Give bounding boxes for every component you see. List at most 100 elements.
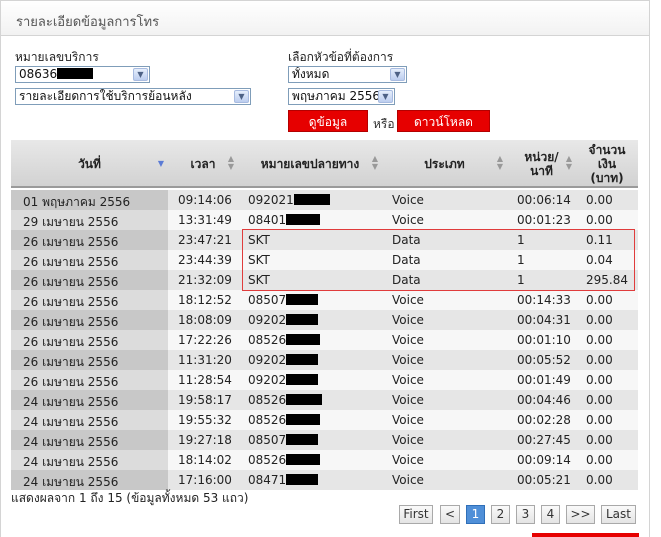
header-type[interactable]: ประเภท ▲ ▼ <box>382 140 507 188</box>
row-unit: 1 <box>517 233 525 247</box>
redacted-digits <box>286 214 321 225</box>
row-type: Voice <box>392 353 424 367</box>
panel-title: รายละเอียดข้อมูลการโทร <box>1 1 649 36</box>
row-amount: 0.00 <box>586 393 613 407</box>
table-row: 24 เมษายน 2556 19:55:32 08526 Voice 00:02:28… <box>11 410 638 430</box>
row-dest-number: SKT <box>248 253 270 267</box>
row-dest-number-text: 08526 <box>248 393 287 407</box>
row-time: 23:47:21 <box>178 233 232 247</box>
redacted-digits <box>293 194 330 205</box>
page-button[interactable]: 4 <box>541 505 560 524</box>
row-type: Voice <box>392 193 424 207</box>
next-page-button[interactable]: >> <box>566 505 595 524</box>
redacted-digits <box>286 294 319 305</box>
topic-select[interactable]: ทั้งหมด ▼ <box>288 66 407 83</box>
row-amount: 0.00 <box>586 413 613 427</box>
sort-arrows-icon: ▲ ▼ <box>227 154 234 171</box>
prev-page-button[interactable]: < <box>440 505 460 524</box>
header-time[interactable]: เวลา ▲ ▼ <box>168 140 238 188</box>
topic-value: ทั้งหมด <box>292 67 330 81</box>
row-dest-number: SKT <box>248 273 270 287</box>
redacted-digits <box>286 474 319 485</box>
table-row: 26 เมษายน 2556 23:44:39 SKT Data 1 0.04 <box>11 250 638 270</box>
row-type: Data <box>392 273 421 287</box>
header-amount[interactable]: จำนวน เงิน (บาท) <box>576 140 638 188</box>
row-time: 13:31:49 <box>178 213 232 227</box>
report-type-value: รายละเอียดการใช้บริการย้อนหลัง <box>19 89 192 103</box>
table-row: 26 เมษายน 2556 11:28:54 09202 Voice 00:01:49… <box>11 370 638 390</box>
row-unit: 00:14:33 <box>517 293 571 307</box>
redacted-digits <box>57 68 94 79</box>
page-button[interactable]: 1 <box>466 505 485 524</box>
header-amount-line3: (บาท) <box>590 171 624 185</box>
table-row: 26 เมษายน 2556 21:32:09 SKT Data 1 295.84 <box>11 270 638 290</box>
table-row: 01 พฤษภาคม 2556 09:14:06 092021 Voice 00:06:… <box>11 190 638 210</box>
row-amount: 0.00 <box>586 293 613 307</box>
row-type: Voice <box>392 213 424 227</box>
row-unit: 00:06:14 <box>517 193 571 207</box>
row-unit: 00:01:10 <box>517 333 571 347</box>
row-dest-number: 092021 <box>248 193 330 207</box>
redacted-digits <box>286 374 319 385</box>
table-row: 26 เมษายน 2556 18:08:09 09202 Voice 00:04:31… <box>11 310 638 330</box>
row-dest-number: 08526 <box>248 393 323 407</box>
chevron-down-icon: ▼ <box>133 68 148 81</box>
page-button[interactable]: 3 <box>516 505 535 524</box>
table-row: 26 เมษายน 2556 23:47:21 SKT Data 1 0.11 <box>11 230 638 250</box>
row-amount: 295.84 <box>586 273 628 287</box>
row-type: Voice <box>392 453 424 467</box>
row-unit: 1 <box>517 273 525 287</box>
row-dest-number-text: SKT <box>248 233 270 247</box>
row-time: 11:31:20 <box>178 353 232 367</box>
row-dest-number: 09202 <box>248 373 319 387</box>
row-time: 18:14:02 <box>178 453 232 467</box>
bottom-red-bar <box>532 533 639 537</box>
row-amount: 0.00 <box>586 213 613 227</box>
row-dest-number: 08507 <box>248 293 319 307</box>
row-time: 17:16:00 <box>178 473 232 487</box>
table-header: วันที่ ▼ เวลา ▲ ▼ หมายเลขปลายทาง ▲ ▼ ประเภ… <box>11 140 638 188</box>
header-dest-number-label: หมายเลขปลายทาง <box>260 157 360 171</box>
row-time: 23:44:39 <box>178 253 232 267</box>
header-unit[interactable]: หน่วย/ นาที ▲ ▼ <box>507 140 576 188</box>
page-button[interactable]: 2 <box>491 505 510 524</box>
redacted-digits <box>286 334 321 345</box>
table-row: 24 เมษายน 2556 17:16:00 08471 Voice 00:05:21… <box>11 470 638 490</box>
month-select[interactable]: พฤษภาคม 2556 ▼ <box>288 88 395 105</box>
row-type: Voice <box>392 393 424 407</box>
row-type: Voice <box>392 473 424 487</box>
header-type-label: ประเภท <box>424 157 465 171</box>
row-time: 09:14:06 <box>178 193 232 207</box>
view-data-button[interactable]: ดูข้อมูล <box>288 110 368 132</box>
row-dest-number: SKT <box>248 233 270 247</box>
header-time-label: เวลา <box>190 157 216 171</box>
redacted-digits <box>286 394 323 405</box>
last-page-button[interactable]: Last <box>601 505 636 524</box>
table-row: 24 เมษายน 2556 18:14:02 08526 Voice 00:09:14… <box>11 450 638 470</box>
table-row: 26 เมษายน 2556 18:12:52 08507 Voice 00:14:33… <box>11 290 638 310</box>
row-type: Voice <box>392 433 424 447</box>
first-page-button[interactable]: First <box>399 505 433 524</box>
row-dest-number-text: 08507 <box>248 293 287 307</box>
row-time: 11:28:54 <box>178 373 232 387</box>
report-type-select[interactable]: รายละเอียดการใช้บริการย้อนหลัง ▼ <box>15 88 251 105</box>
header-unit-line1: หน่วย/ <box>524 150 559 164</box>
row-amount: 0.11 <box>586 233 613 247</box>
sort-arrows-icon: ▲ ▼ <box>565 154 572 171</box>
month-value: พฤษภาคม 2556 <box>292 89 381 103</box>
row-unit: 00:09:14 <box>517 453 571 467</box>
topic-label: เลือกหัวข้อที่ต้องการ <box>288 50 394 64</box>
row-dest-number: 08471 <box>248 473 319 487</box>
header-dest-number[interactable]: หมายเลขปลายทาง ▲ ▼ <box>238 140 382 188</box>
row-dest-number: 08526 <box>248 413 321 427</box>
row-amount: 0.00 <box>586 453 613 467</box>
row-dest-number-text: 08401 <box>248 213 287 227</box>
service-number-select[interactable]: 08636 ▼ <box>15 66 150 83</box>
sort-arrows-icon: ▲ ▼ <box>496 154 503 171</box>
header-date[interactable]: วันที่ ▼ <box>11 140 168 188</box>
download-button[interactable]: ดาวน์โหลด <box>397 110 490 132</box>
row-amount: 0.00 <box>586 473 613 487</box>
row-dest-number-text: 09202 <box>248 373 287 387</box>
row-dest-number-text: 092021 <box>248 193 294 207</box>
row-amount: 0.00 <box>586 313 613 327</box>
